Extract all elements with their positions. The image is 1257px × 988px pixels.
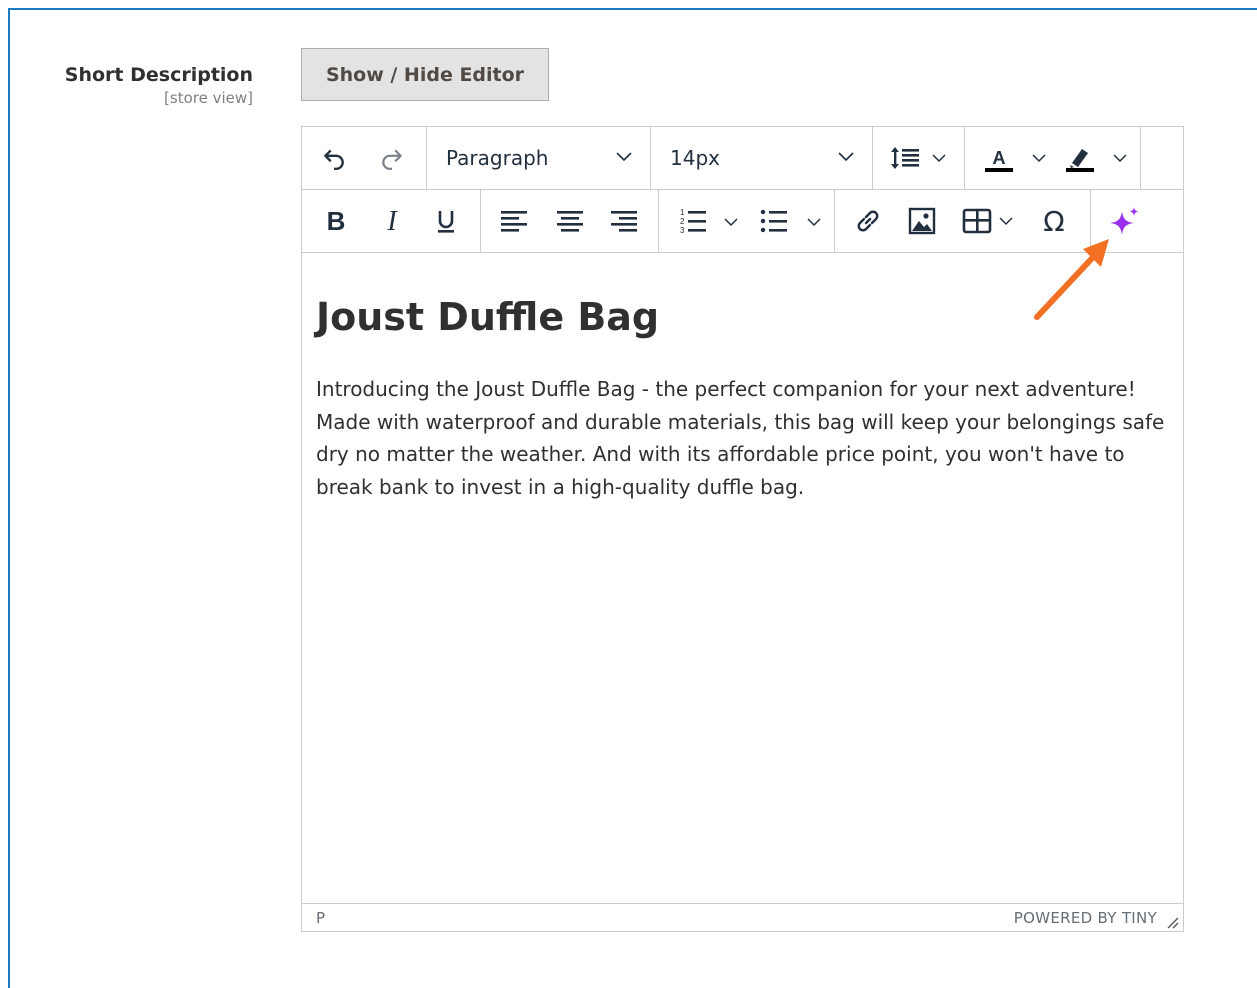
chevron-down-icon <box>932 154 946 163</box>
svg-text:2: 2 <box>680 217 685 226</box>
font-size-value: 14px <box>670 146 720 170</box>
text-color-icon: A <box>985 148 1013 172</box>
chevron-down-icon <box>1113 154 1127 163</box>
field-label: Short Description [store view] <box>65 62 253 108</box>
bold-icon[interactable]: B <box>316 204 356 238</box>
block-format-value: Paragraph <box>446 146 549 170</box>
content-paragraph: Introducing the Joust Duffle Bag - the p… <box>316 377 1165 499</box>
chevron-down-icon <box>838 152 854 162</box>
line-height-button[interactable] <box>873 127 963 189</box>
chevron-down-icon <box>999 217 1013 226</box>
numbered-list-button[interactable]: 1 2 3 <box>659 190 745 252</box>
highlight-color-icon <box>1066 149 1094 172</box>
table-icon <box>962 208 992 234</box>
resize-handle-icon[interactable] <box>1165 915 1179 929</box>
text-color-button[interactable]: A <box>965 127 1051 189</box>
svg-text:1: 1 <box>680 208 685 217</box>
align-left-icon[interactable] <box>494 204 534 238</box>
chevron-down-icon <box>616 152 632 162</box>
highlight-color-button[interactable] <box>1054 127 1140 189</box>
link-icon[interactable] <box>848 204 888 238</box>
numbered-list-icon: 1 2 3 <box>680 208 706 235</box>
toolbar-separator <box>834 190 835 252</box>
toolbar-row-1: Paragraph 14px A <box>302 127 1183 190</box>
chevron-down-icon <box>1032 154 1046 163</box>
font-size-dropdown[interactable]: 14px <box>651 127 871 189</box>
element-path[interactable]: P <box>316 909 325 927</box>
svg-text:A: A <box>993 148 1006 168</box>
bullet-list-button[interactable] <box>746 190 832 252</box>
powered-by-link[interactable]: POWERED BY TINY <box>1014 909 1157 927</box>
image-icon[interactable] <box>902 204 942 238</box>
editor-statusbar: P POWERED BY TINY <box>302 903 1183 931</box>
underline-icon[interactable] <box>426 204 466 238</box>
block-format-dropdown[interactable]: Paragraph <box>427 127 649 189</box>
annotation-arrow-icon <box>1034 239 1109 320</box>
toolbar-separator <box>480 190 481 252</box>
show-hide-editor-button[interactable]: Show / Hide Editor <box>301 48 549 101</box>
align-right-icon[interactable] <box>604 204 644 238</box>
bullet-list-icon <box>760 209 787 233</box>
content-heading: Joust Duffle Bag <box>316 295 660 339</box>
redo-icon[interactable] <box>374 141 410 175</box>
align-center-icon[interactable] <box>550 204 590 238</box>
editor-content-area[interactable]: Joust Duffle Bag Introducing the Joust D… <box>302 253 1183 901</box>
undo-icon[interactable] <box>316 141 352 175</box>
field-scope: [store view] <box>164 89 253 107</box>
svg-text:I: I <box>386 208 398 234</box>
table-button[interactable] <box>956 190 1026 252</box>
field-title: Short Description <box>64 64 253 86</box>
italic-icon[interactable]: I <box>372 204 412 238</box>
svg-text:3: 3 <box>680 226 685 235</box>
line-height-icon <box>891 147 919 169</box>
toolbar-separator <box>1140 127 1141 189</box>
chevron-down-icon <box>724 218 738 227</box>
svg-text:B: B <box>327 208 346 234</box>
chevron-down-icon <box>807 218 821 227</box>
